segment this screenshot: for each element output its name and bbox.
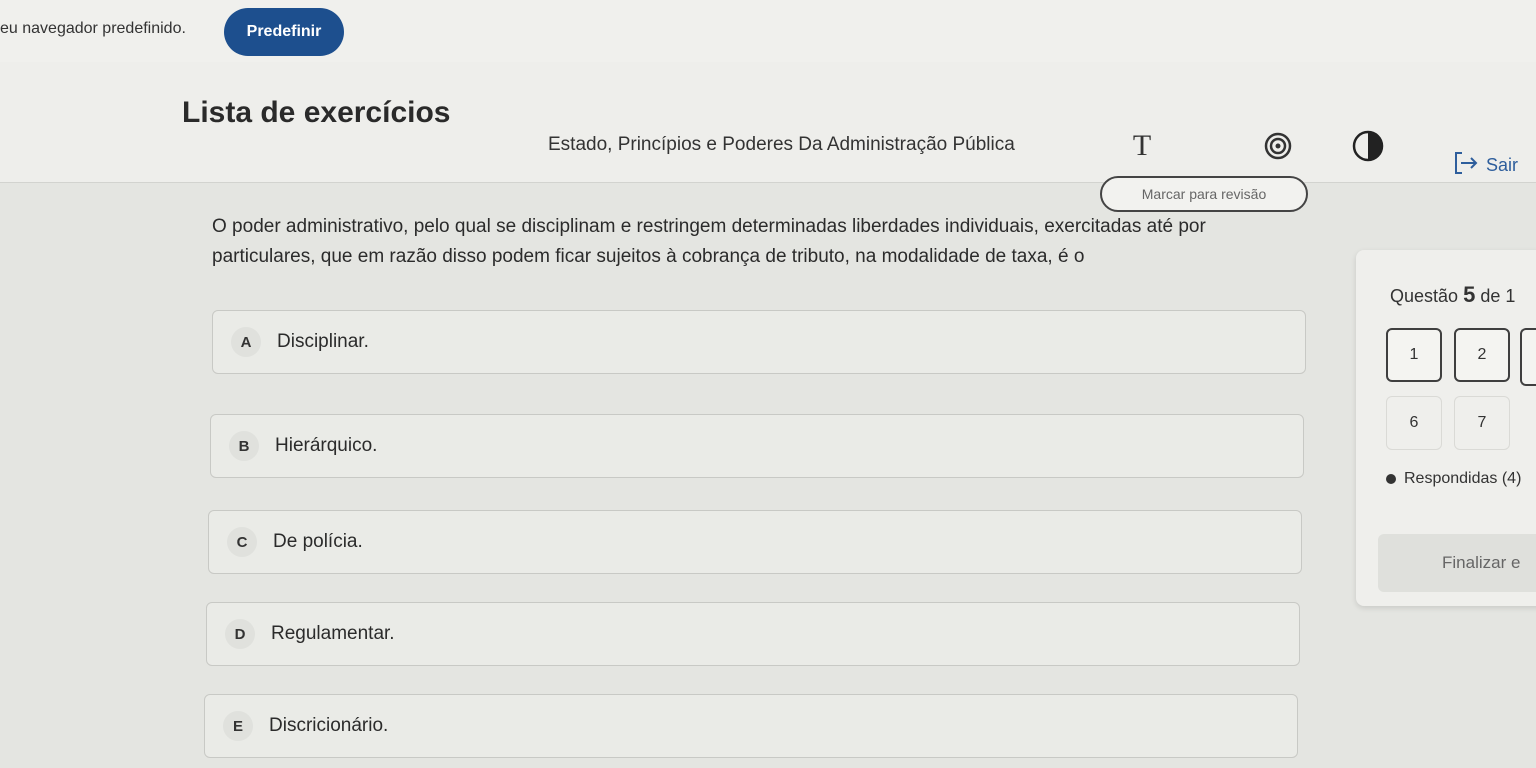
option-text: De polícia. <box>273 531 363 552</box>
browser-notice-bar: eu navegador predefinido. Predefinir <box>0 0 1536 63</box>
finish-button[interactable]: Finalizar e <box>1378 534 1536 592</box>
exit-icon <box>1452 150 1480 181</box>
option-letter: C <box>227 527 257 557</box>
notice-text: eu navegador predefinido. <box>0 20 186 37</box>
page-title: Lista de exercícios <box>182 96 451 129</box>
option-b[interactable]: B Hierárquico. <box>210 414 1304 478</box>
exam-header: Lista de exercícios Estado, Princípios e… <box>0 62 1536 183</box>
contrast-icon[interactable] <box>1350 128 1386 164</box>
counter-prefix: Questão <box>1390 286 1459 306</box>
exit-link[interactable]: Sair <box>1452 150 1518 181</box>
current-question-number: 5 <box>1463 282 1476 307</box>
option-text: Regulamentar. <box>271 623 395 644</box>
question-navigator: Questão 5 de 1 1 2 6 7 Respondidas (4) F… <box>1356 250 1536 606</box>
option-c[interactable]: C De polícia. <box>208 510 1302 574</box>
option-d[interactable]: D Regulamentar. <box>206 602 1300 666</box>
subject-title: Estado, Princípios e Poderes Da Administ… <box>548 134 1015 155</box>
option-e[interactable]: E Discricionário. <box>204 694 1298 758</box>
option-letter: D <box>225 619 255 649</box>
question-button-1[interactable]: 1 <box>1386 328 1442 382</box>
mark-for-review-button[interactable]: Marcar para revisão <box>1100 176 1308 212</box>
exit-label: Sair <box>1486 155 1519 175</box>
question-button-3-partial[interactable] <box>1520 328 1536 386</box>
counter-suffix: de 1 <box>1480 286 1516 306</box>
option-letter: B <box>229 431 259 461</box>
answered-dot-icon <box>1386 474 1396 484</box>
answered-legend: Respondidas (4) <box>1386 470 1521 488</box>
option-letter: E <box>223 711 253 741</box>
option-text: Discricionário. <box>269 715 389 736</box>
option-text: Disciplinar. <box>277 331 369 352</box>
question-button-2[interactable]: 2 <box>1454 328 1510 382</box>
predefinir-button[interactable]: Predefinir <box>224 8 344 56</box>
question-button-7[interactable]: 7 <box>1454 396 1510 450</box>
question-counter: Questão 5 de 1 <box>1390 282 1515 308</box>
question-button-6[interactable]: 6 <box>1386 396 1442 450</box>
target-icon[interactable] <box>1260 128 1296 164</box>
option-a[interactable]: A Disciplinar. <box>212 310 1306 374</box>
option-letter: A <box>231 327 261 357</box>
option-text: Hierárquico. <box>275 435 378 456</box>
question-text: O poder administrativo, pelo qual se dis… <box>212 216 1206 267</box>
answered-label: Respondidas (4) <box>1404 470 1522 487</box>
font-size-icon[interactable]: T <box>1124 128 1160 164</box>
